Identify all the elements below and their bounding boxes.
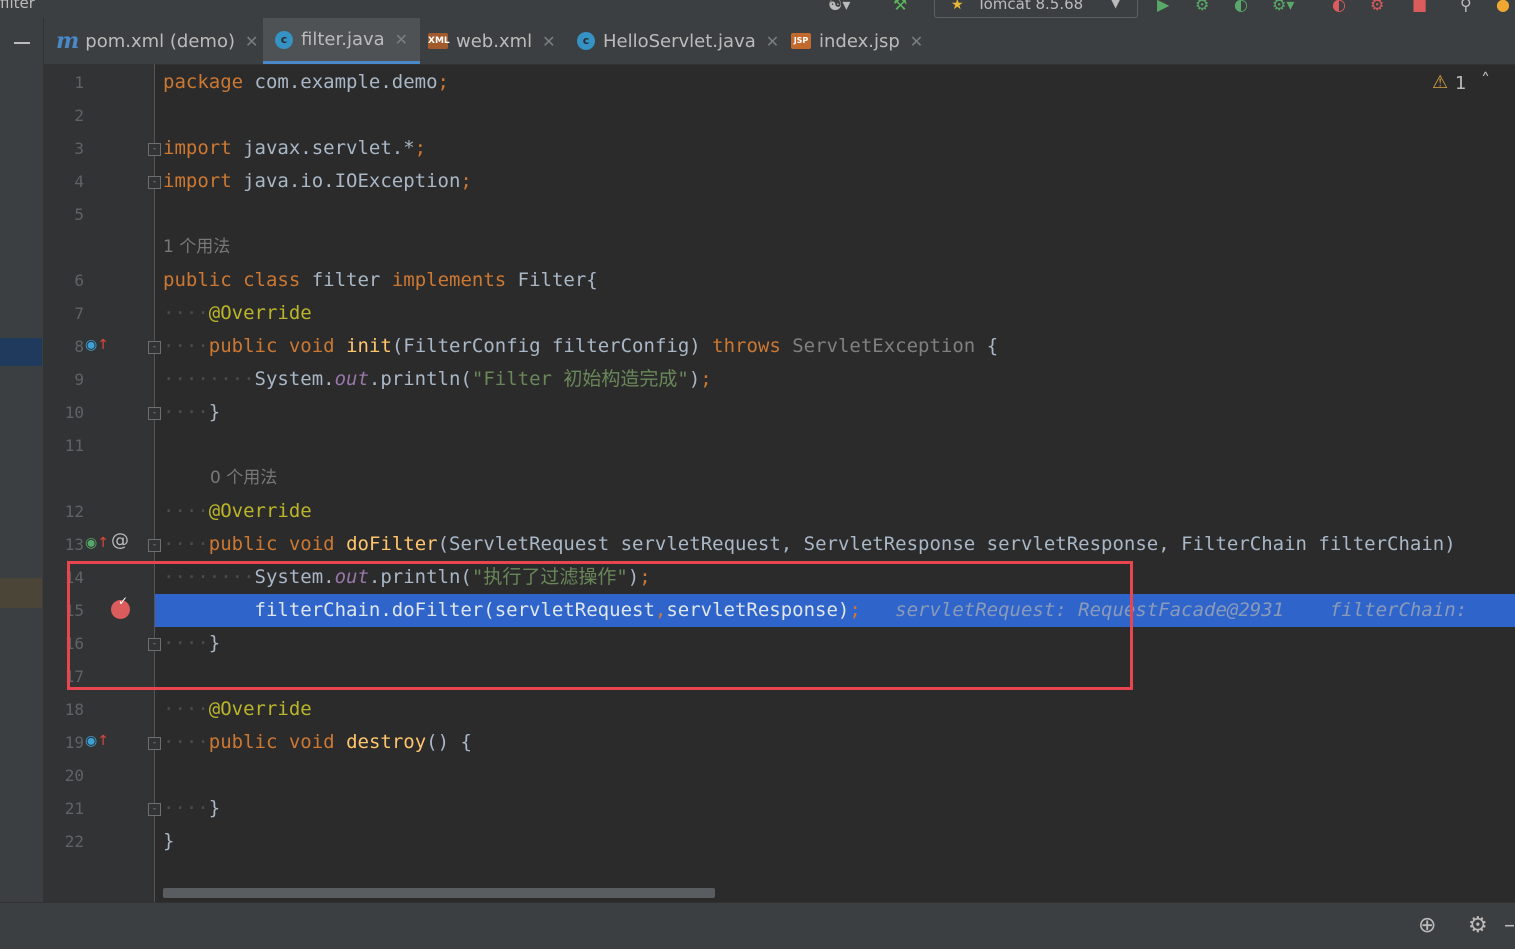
code-line-4: import java.io.IOException; (163, 170, 472, 192)
run-configuration-select[interactable]: ★ Tomcat 8.5.68 ▼ (934, 0, 1138, 18)
code-line-18: ····@Override (163, 698, 312, 720)
line-number: 11 (64, 436, 84, 455)
usage-hint[interactable]: 1 个用法 (163, 231, 1515, 264)
java-class-icon: c (275, 30, 293, 49)
line-number: 6 (74, 271, 84, 290)
horizontal-scrollbar[interactable] (163, 888, 715, 898)
chevron-down-icon: ▼ (1111, 0, 1121, 10)
project-tool-strip (0, 64, 44, 902)
project-tree-highlight[interactable] (0, 578, 42, 608)
warning-icon[interactable]: ⚠ (1432, 72, 1448, 93)
tab-filter-java[interactable]: c filter.java ✕ (263, 18, 421, 64)
close-icon[interactable]: ✕ (395, 30, 408, 49)
code-line-19: ····public void destroy() { (163, 731, 472, 753)
line-number: 3 (74, 139, 84, 158)
debug-icon[interactable]: ⚙ (1195, 0, 1209, 14)
code-line-9: ········System.out.println("Filter 初始构造完… (163, 368, 712, 390)
code-editor[interactable]: package com.example.demo; import javax.s… (155, 64, 1515, 902)
maven-icon: m (56, 28, 80, 54)
code-line-21: ····} (163, 797, 221, 819)
code-line-3: import javax.servlet.*; (163, 137, 427, 159)
update-icon[interactable]: ● (1496, 0, 1510, 14)
code-line-6: public class filter implements Filter{ (163, 269, 598, 291)
tool-window-strip-header (0, 18, 44, 64)
breadcrumb[interactable]: filter (0, 0, 35, 12)
code-line-10: ····} (163, 401, 221, 423)
collapse-icon[interactable] (14, 42, 30, 44)
line-number: 20 (64, 766, 84, 785)
build-hammer-icon[interactable]: ⚒ (893, 0, 907, 14)
code-line-1: package com.example.demo; (163, 71, 449, 93)
status-bar: ⊕ ⚙ – (0, 902, 1515, 949)
line-number: 18 (64, 700, 84, 719)
close-icon[interactable]: ✕ (910, 32, 923, 51)
gear-icon[interactable]: ⚙ (1468, 913, 1488, 938)
line-number: 21 (64, 799, 84, 818)
usage-hint[interactable]: 0 个用法 (210, 462, 1515, 495)
search-icon[interactable]: ⚲ (1460, 0, 1472, 14)
close-icon[interactable]: ✕ (245, 32, 258, 51)
line-number: 4 (74, 172, 84, 191)
code-line-8: ····public void init(FilterConfig filter… (163, 335, 999, 357)
implement-method-icon[interactable]: ◉↑ (85, 535, 109, 551)
line-number: 8 (74, 337, 84, 356)
tomcat-icon: ★ (951, 0, 964, 13)
chevron-up-icon[interactable]: ˄ (1481, 70, 1490, 91)
override-method-icon[interactable]: ◉↑ (85, 337, 109, 353)
line-number: 13 (64, 535, 84, 554)
user-icon[interactable]: ☯▾ (828, 0, 850, 14)
target-icon[interactable]: ⊕ (1418, 913, 1436, 938)
project-tree-selection[interactable] (0, 338, 42, 366)
line-number: 22 (64, 832, 84, 851)
tab-helloservlet-java[interactable]: c HelloServlet.java ✕ (577, 18, 779, 64)
line-number: 19 (64, 733, 84, 752)
tab-label: web.xml (456, 30, 533, 52)
annotation-at-icon[interactable]: @ (111, 532, 129, 550)
profile-icon[interactable]: ⚙▾ (1272, 0, 1294, 14)
minimize-icon[interactable]: – (1504, 913, 1515, 938)
line-number: 9 (74, 370, 84, 389)
close-icon[interactable]: ✕ (766, 32, 779, 51)
line-number: 7 (74, 304, 84, 323)
jsp-file-icon: JSP (791, 33, 811, 49)
code-line-22: } (163, 830, 175, 852)
run-icon[interactable]: ▶ (1157, 0, 1169, 14)
rerun-icon[interactable]: ◐ (1332, 0, 1346, 14)
line-number: 5 (74, 205, 84, 224)
override-method-icon[interactable]: ◉↑ (85, 733, 109, 749)
editor-tab-bar: m pom.xml (demo) ✕ c filter.java ✕ XML w… (0, 18, 1515, 65)
warning-count[interactable]: 1 (1455, 73, 1466, 94)
debug-inlay-value: filterChain: (1329, 599, 1468, 621)
tab-label: HelloServlet.java (603, 30, 756, 52)
tab-label: index.jsp (819, 30, 900, 52)
line-number: 1 (74, 73, 84, 92)
java-class-icon: c (577, 32, 595, 50)
highlight-box (67, 561, 1133, 690)
tab-label: filter.java (301, 29, 385, 50)
debug-restart-icon[interactable]: ⚙ (1370, 0, 1384, 14)
code-line-12: ····@Override (163, 500, 312, 522)
tab-label: pom.xml (demo) (85, 30, 235, 52)
coverage-icon[interactable]: ◐ (1234, 0, 1248, 14)
stop-icon[interactable]: ■ (1412, 0, 1427, 14)
line-number: 12 (64, 502, 84, 521)
tab-web-xml[interactable]: XML web.xml ✕ (428, 18, 556, 64)
xml-file-icon: XML (428, 33, 450, 49)
line-number: 10 (64, 403, 84, 422)
code-line-13: ····public void doFilter(ServletRequest … (163, 533, 1456, 555)
run-configuration-label: Tomcat 8.5.68 (977, 0, 1084, 13)
main-toolbar: filter ☯▾ ⚒ ★ Tomcat 8.5.68 ▼ ▶ ⚙ ◐ ⚙▾ ◐… (0, 0, 1515, 18)
close-icon[interactable]: ✕ (542, 32, 555, 51)
tab-index-jsp[interactable]: JSP index.jsp ✕ (791, 18, 923, 64)
line-number: 2 (74, 106, 84, 125)
tab-pom-xml[interactable]: m pom.xml (demo) ✕ (56, 18, 258, 64)
code-line-7: ····@Override (163, 302, 312, 324)
